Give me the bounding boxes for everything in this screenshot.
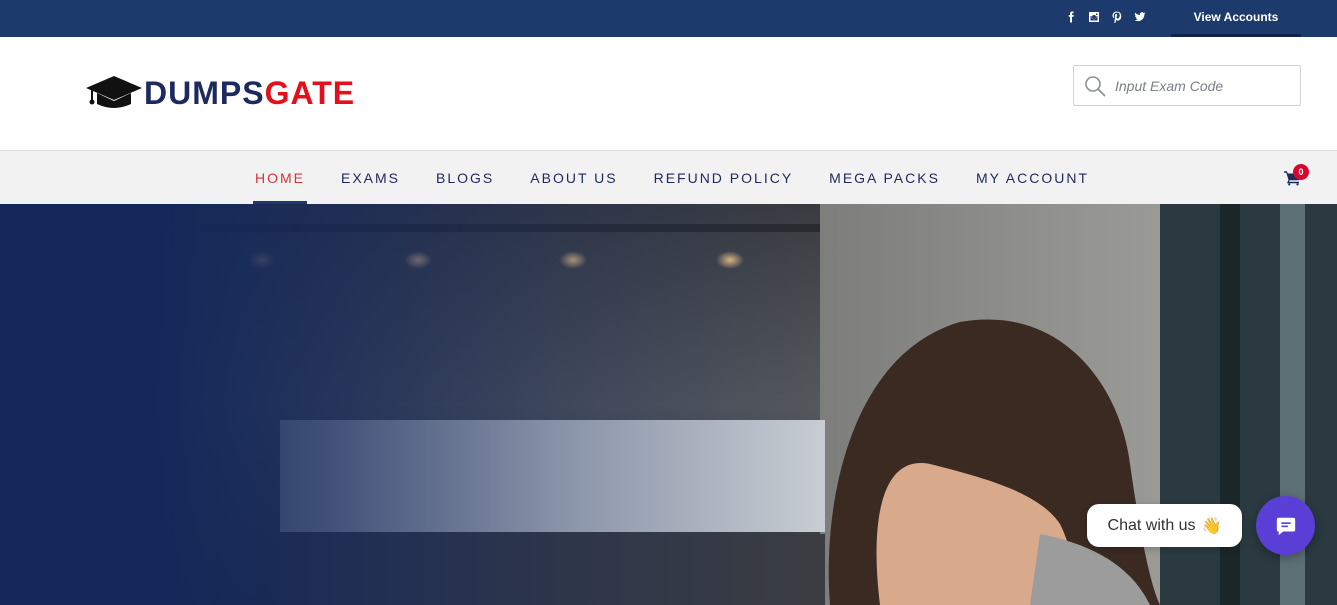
exam-code-input[interactable] (1115, 77, 1285, 94)
logo-text-gate: GATE (264, 75, 356, 111)
pinterest-icon[interactable] (1110, 10, 1124, 24)
wave-emoji-icon: 👋 (1201, 517, 1222, 535)
chat-prompt-label: Chat with us (1107, 516, 1196, 534)
chat-icon (1276, 517, 1295, 535)
logo-text-dumps: DUMPS (144, 75, 265, 111)
twitter-icon[interactable] (1133, 10, 1147, 24)
nav-item-my-account[interactable]: MY ACCOUNT (958, 151, 1107, 205)
site-logo[interactable]: DUMPSGATE (84, 72, 355, 114)
nav-item-blogs[interactable]: BLOGS (418, 151, 512, 205)
top-bar: View Accounts (0, 0, 1337, 37)
main-nav: HOME EXAMS BLOGS ABOUT US REFUND POLICY … (0, 150, 1337, 206)
chat-prompt-bubble[interactable]: Chat with us 👋 (1087, 504, 1242, 547)
nav-item-exams[interactable]: EXAMS (323, 151, 418, 205)
graduation-cap-icon (86, 76, 142, 108)
social-links (1064, 10, 1147, 24)
nav-item-mega-packs[interactable]: MEGA PACKS (811, 151, 958, 205)
chat-open-button[interactable] (1256, 496, 1315, 555)
nav-item-refund-policy[interactable]: REFUND POLICY (636, 151, 812, 205)
cart-button[interactable]: 0 (1283, 164, 1309, 191)
nav-item-about-us[interactable]: ABOUT US (512, 151, 635, 205)
facebook-icon[interactable] (1064, 10, 1078, 24)
search-icon[interactable] (1083, 74, 1107, 98)
view-accounts-button[interactable]: View Accounts (1171, 0, 1301, 37)
nav-item-home[interactable]: HOME (237, 151, 323, 206)
exam-search (1073, 65, 1301, 106)
site-header: DUMPSGATE (0, 37, 1337, 150)
cart-count-badge: 0 (1293, 164, 1309, 180)
instagram-icon[interactable] (1087, 10, 1101, 24)
